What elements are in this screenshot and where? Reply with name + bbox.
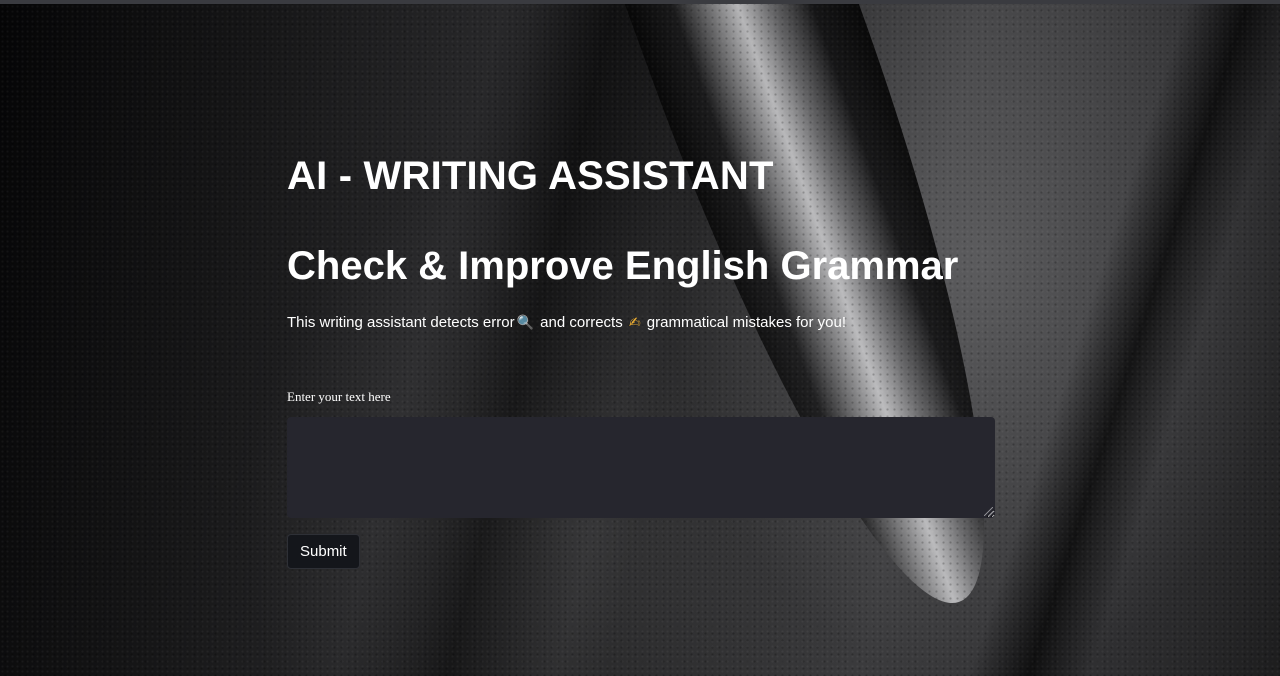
background-dark-stripe — [966, 4, 1280, 676]
background-image — [0, 4, 1280, 676]
magnifying-glass-icon: 🔍 — [516, 314, 535, 330]
description-text-1: This writing assistant detects error — [287, 314, 515, 331]
description-text-3: grammatical mistakes for you! — [642, 314, 847, 331]
text-input[interactable] — [287, 417, 995, 518]
submit-button[interactable]: Submit — [287, 534, 360, 569]
app-description: This writing assistant detects error 🔍 an… — [287, 314, 846, 331]
page-title: AI - WRITING ASSISTANT — [287, 154, 774, 198]
writing-hand-icon: ✍ — [628, 314, 641, 330]
description-text-2: and corrects — [536, 314, 627, 331]
page-subtitle: Check & Improve English Grammar — [287, 244, 959, 288]
text-input-label: Enter your text here — [287, 389, 391, 404]
background-shadow — [335, 4, 725, 676]
